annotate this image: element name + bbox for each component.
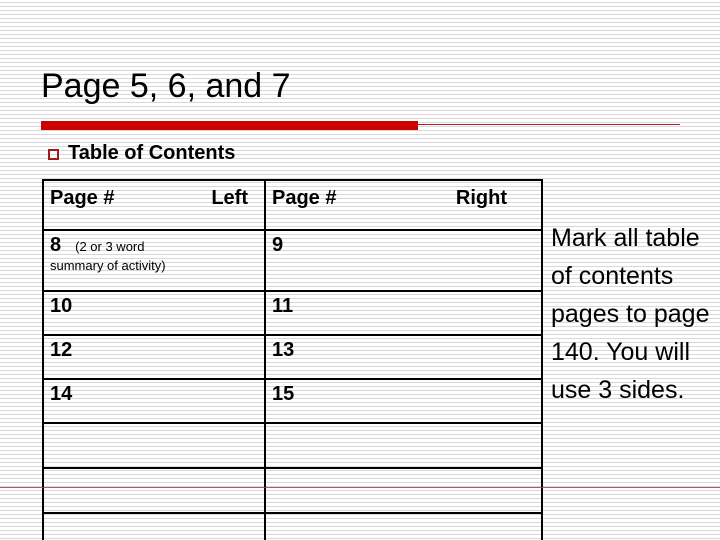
- cell-right-blank-2[interactable]: [264, 467, 543, 514]
- cell-right-page-13[interactable]: 13: [264, 334, 543, 380]
- header-right-side-label: Right: [455, 187, 507, 209]
- header-cell-left: Page # Left: [42, 179, 266, 231]
- page-note-line-2: summary of activity): [50, 258, 166, 273]
- slide-canvas: Page 5, 6, and 7 Table of Contents Page …: [0, 0, 720, 540]
- page-number: 11: [272, 295, 294, 317]
- table-row: 14 15: [42, 378, 543, 424]
- cell-left-page-14[interactable]: 14: [42, 378, 266, 424]
- header-left-page-label: Page #: [50, 187, 115, 209]
- cell-left-page-12[interactable]: 12: [42, 334, 266, 380]
- table-row: [42, 467, 543, 514]
- page-title: Page 5, 6, and 7: [41, 67, 291, 105]
- page-number: 12: [50, 339, 73, 361]
- title-rule-thick-segment: [41, 121, 418, 130]
- title-rule-thin-segment: [418, 124, 680, 125]
- title-underline-rule: [41, 121, 680, 130]
- header-cell-right: Page # Right: [264, 179, 543, 231]
- table-header-row: Page # Left Page # Right: [42, 179, 543, 231]
- page-number: 14: [50, 383, 73, 405]
- table-of-contents-table: Page # Left Page # Right 8 (2 or 3 word s…: [42, 179, 543, 540]
- table-row: [42, 422, 543, 469]
- table-row: 12 13: [42, 334, 543, 380]
- table-row: 10 11: [42, 290, 543, 336]
- header-left-side-label: Left: [211, 187, 248, 209]
- side-note-text: Mark all table of contents pages to page…: [551, 224, 710, 404]
- cell-right-blank-3[interactable]: [264, 512, 543, 540]
- header-right-page-label: Page #: [272, 187, 337, 209]
- page-number: 13: [272, 339, 295, 361]
- bullet-label: Table of Contents: [68, 142, 236, 164]
- page-number: 8: [50, 234, 62, 256]
- bullet-row: Table of Contents: [48, 142, 235, 164]
- cell-left-blank-2[interactable]: [42, 467, 266, 514]
- decorative-red-line: [0, 487, 720, 488]
- title-block: Page 5, 6, and 7: [41, 66, 681, 106]
- page-number: 9: [272, 234, 284, 256]
- hollow-square-bullet-icon: [48, 148, 59, 160]
- table-row: 8 (2 or 3 word summary of activity) 9: [42, 229, 543, 292]
- page-note-line-1: (2 or 3 word: [75, 239, 145, 254]
- page-number: 15: [272, 383, 295, 405]
- cell-right-blank-1[interactable]: [264, 422, 543, 469]
- page-number: 10: [50, 295, 73, 317]
- cell-right-page-9[interactable]: 9: [264, 229, 543, 292]
- table-row: [42, 512, 543, 540]
- cell-right-page-11[interactable]: 11: [264, 290, 543, 336]
- cell-right-page-15[interactable]: 15: [264, 378, 543, 424]
- cell-left-blank-3[interactable]: [42, 512, 266, 540]
- cell-left-page-8[interactable]: 8 (2 or 3 word summary of activity): [42, 229, 266, 292]
- cell-left-blank-1[interactable]: [42, 422, 266, 469]
- cell-left-page-10[interactable]: 10: [42, 290, 266, 336]
